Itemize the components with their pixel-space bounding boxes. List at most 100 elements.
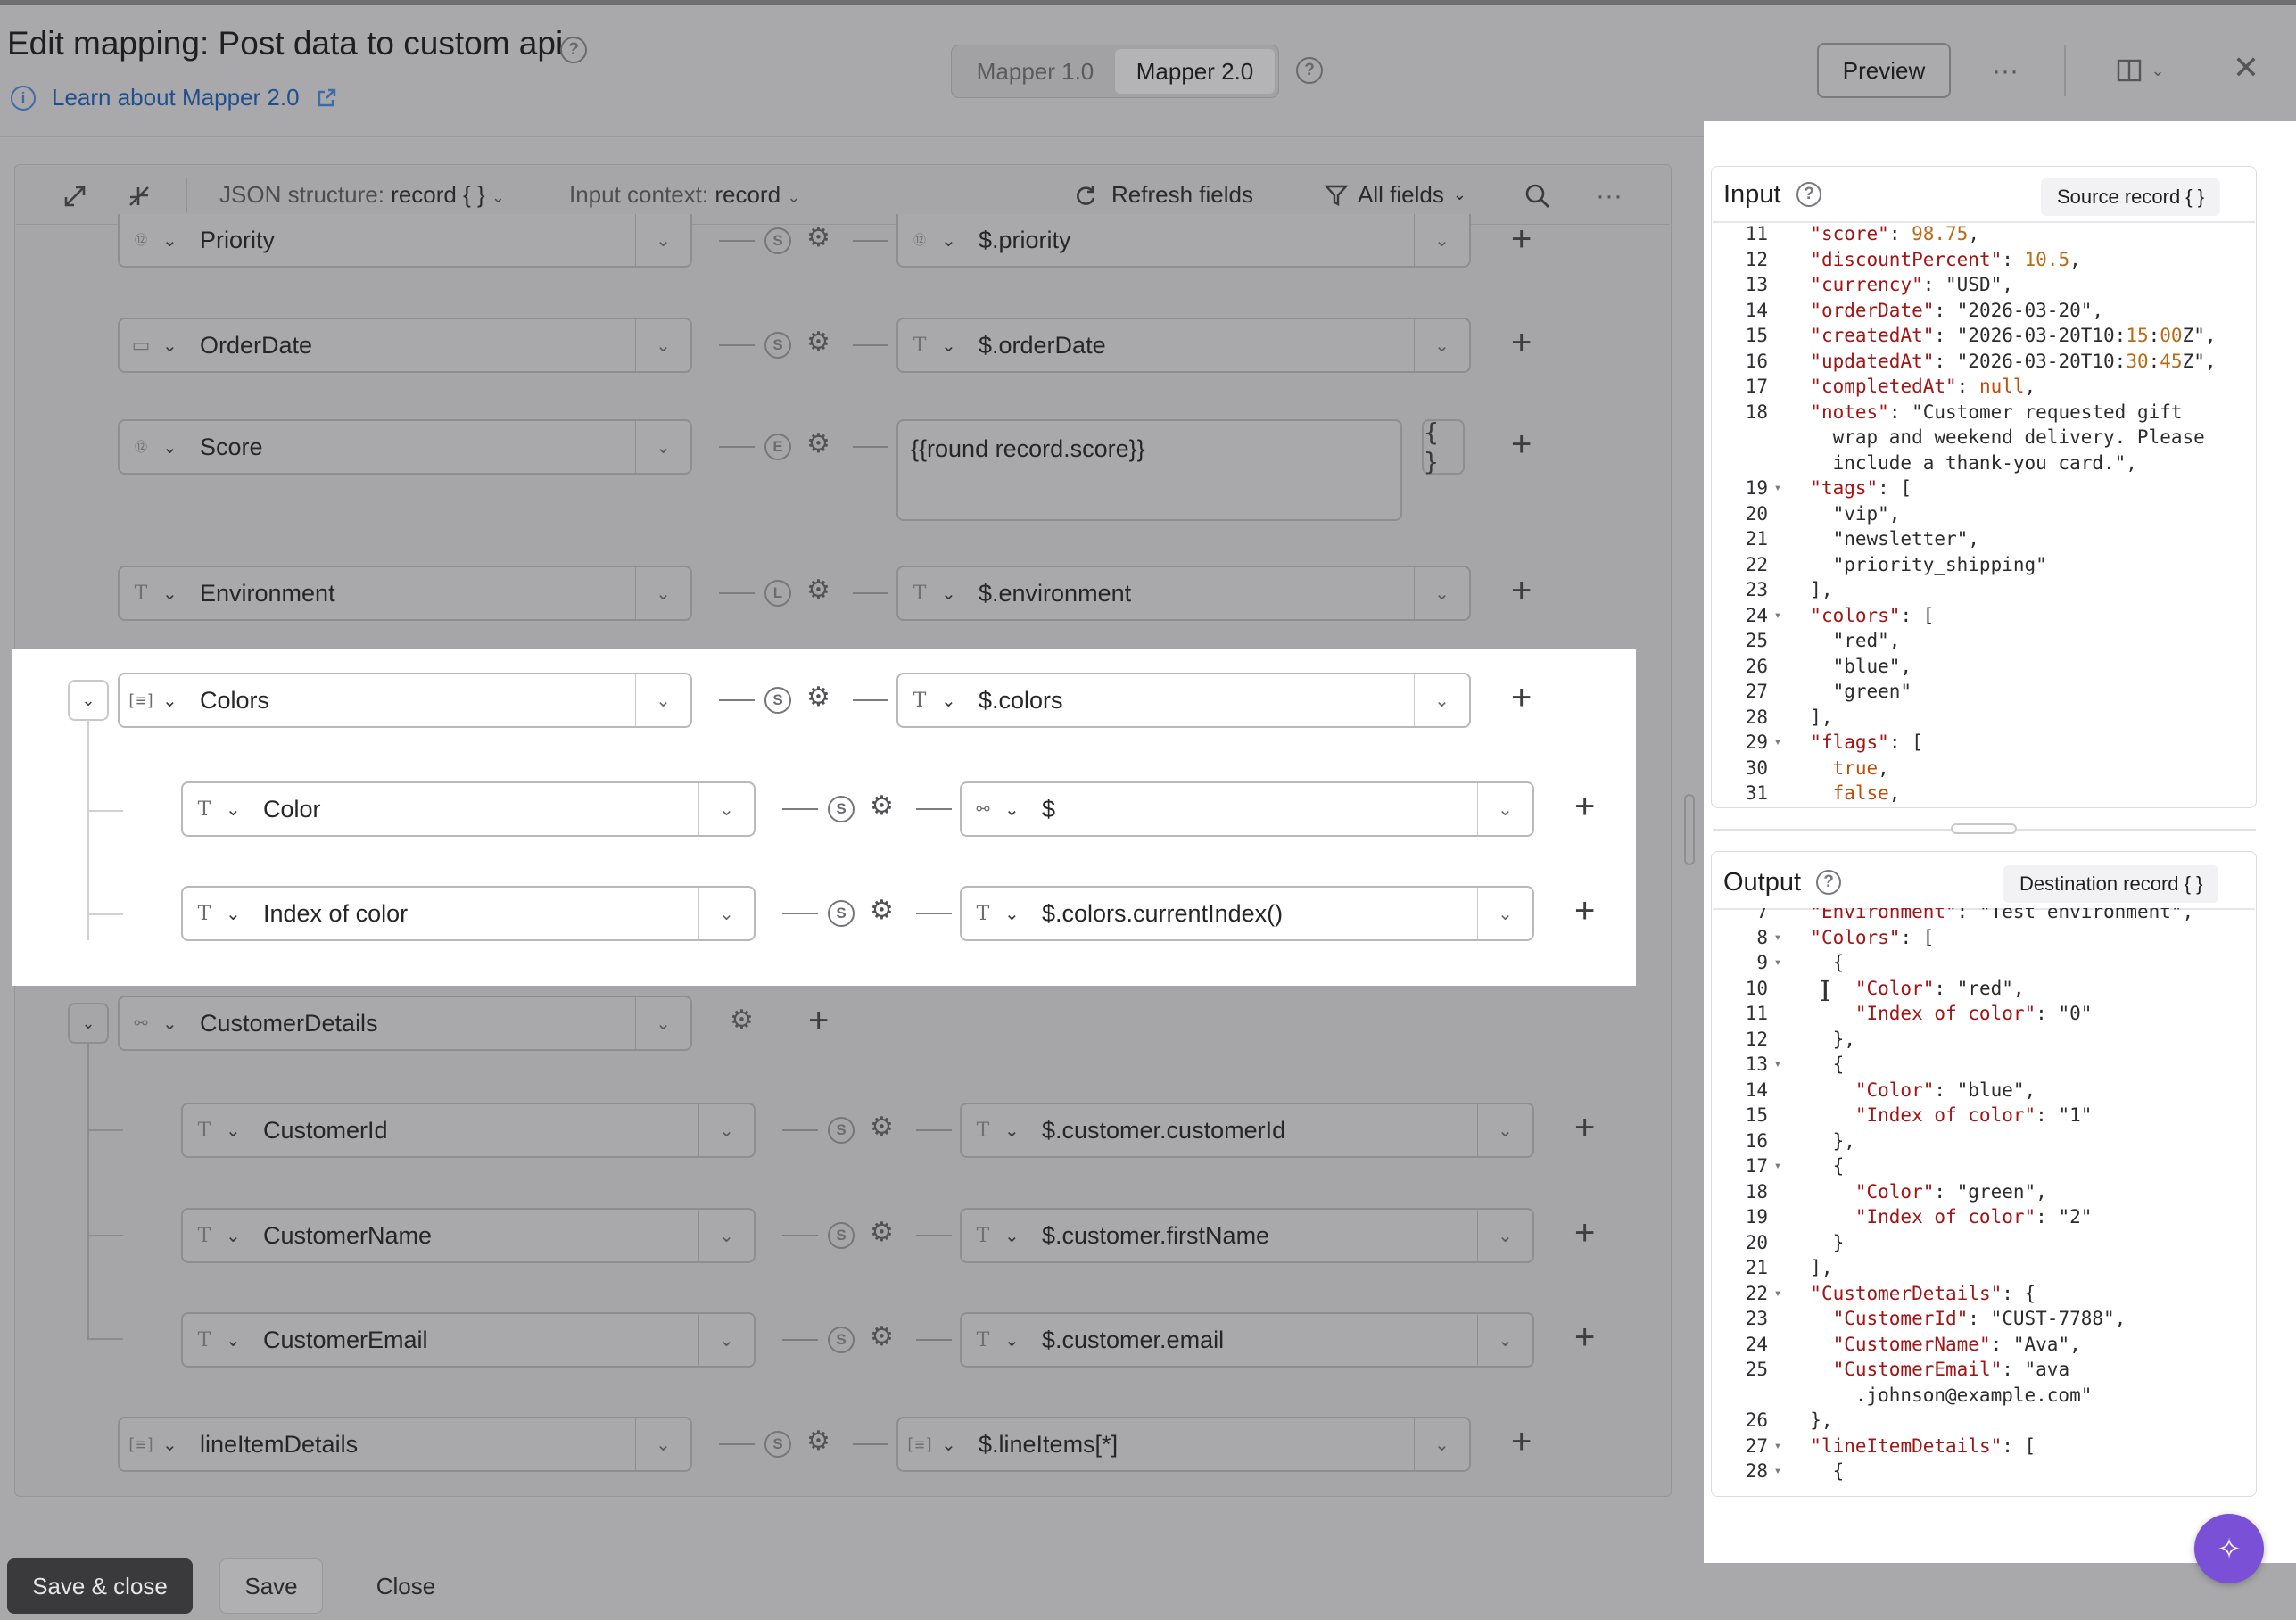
dropdown-chevron-icon[interactable]: ⌄ [1477, 888, 1532, 939]
chevron-down-icon[interactable]: ⌄ [162, 436, 189, 459]
add-field-icon[interactable]: + [1511, 426, 1532, 462]
search-icon[interactable] [1522, 180, 1554, 212]
dropdown-chevron-icon[interactable]: ⌄ [635, 567, 690, 619]
add-field-icon[interactable]: + [1574, 1110, 1595, 1145]
chevron-down-icon[interactable]: ⌄ [941, 1434, 968, 1456]
dropdown-chevron-icon[interactable]: ⌄ [1477, 1104, 1532, 1156]
mapper-help-icon[interactable]: ? [1296, 57, 1323, 84]
refresh-fields-button[interactable]: Refresh fields [1074, 181, 1253, 209]
fold-caret-icon[interactable]: ▾ [1768, 930, 1788, 945]
collapse-row-icon[interactable]: ⌄ [68, 680, 109, 721]
expand-all-icon[interactable] [59, 180, 91, 212]
settings-gear-icon[interactable]: ⚙ [806, 1428, 830, 1455]
dest-field-colors[interactable]: [≡] ⌄ Colors ⌄ [118, 673, 692, 728]
dropdown-chevron-icon[interactable]: ⌄ [1414, 319, 1469, 371]
collapse-row-icon[interactable]: ⌄ [68, 1003, 109, 1044]
source-field-lineitemdetails[interactable]: [≡] ⌄ $.lineItems[*] ⌄ [896, 1417, 1471, 1472]
close-icon[interactable]: ✕ [2230, 49, 2262, 86]
dest-field-color[interactable]: T ⌄ Color ⌄ [181, 781, 756, 837]
fold-caret-icon[interactable]: ▾ [1768, 955, 1788, 970]
input-help-icon[interactable]: ? [1796, 182, 1821, 207]
settings-gear-icon[interactable]: ⚙ [806, 684, 830, 711]
chevron-down-icon[interactable]: ⌄ [162, 335, 189, 357]
chevron-down-icon[interactable]: ⌄ [1004, 1120, 1031, 1142]
standard-mapping-icon[interactable]: S [828, 796, 855, 822]
dest-field-customerid[interactable]: T ⌄ CustomerId ⌄ [181, 1103, 756, 1158]
chevron-down-icon[interactable]: ⌄ [1004, 903, 1031, 925]
chevron-down-icon[interactable]: ⌄ [226, 798, 252, 821]
chevron-down-icon[interactable]: ⌄ [226, 1225, 252, 1247]
dest-field-customername[interactable]: T ⌄ CustomerName ⌄ [181, 1208, 756, 1263]
settings-gear-icon[interactable]: ⚙ [870, 897, 894, 924]
settings-gear-icon[interactable]: ⚙ [870, 793, 894, 820]
settings-gear-icon[interactable]: ⚙ [806, 431, 830, 458]
chevron-down-icon[interactable]: ⌄ [226, 1120, 252, 1142]
ai-assistant-button[interactable]: ✧ [2194, 1514, 2264, 1583]
standard-mapping-icon[interactable]: S [828, 1222, 855, 1249]
chevron-down-icon[interactable]: ⌄ [941, 583, 968, 605]
close-button[interactable]: Close [350, 1558, 462, 1614]
standard-mapping-icon[interactable]: S [764, 332, 791, 359]
settings-gear-icon[interactable]: ⚙ [806, 225, 830, 252]
settings-gear-icon[interactable]: ⚙ [870, 1114, 894, 1141]
settings-gear-icon[interactable]: ⚙ [806, 577, 830, 604]
source-field-color[interactable]: ⚯ ⌄ $ ⌄ [960, 781, 1534, 837]
save-button[interactable]: Save [219, 1558, 323, 1614]
standard-mapping-icon[interactable]: S [764, 227, 791, 254]
mapper-1-tab[interactable]: Mapper 1.0 [955, 49, 1115, 94]
standard-mapping-icon[interactable]: S [828, 1117, 855, 1144]
layout-toggle-icon[interactable]: ⌄ [2112, 55, 2169, 86]
chevron-down-icon[interactable]: ⌄ [162, 583, 189, 605]
source-record-badge[interactable]: Source record { } [2041, 178, 2221, 216]
dest-field-customeremail[interactable]: T ⌄ CustomerEmail ⌄ [181, 1312, 756, 1368]
input-json-viewer[interactable]: 11 "score": 98.75, 12 "discountPercent": … [1714, 221, 2250, 803]
chevron-down-icon[interactable]: ⌄ [162, 690, 189, 712]
fold-caret-icon[interactable]: ▾ [1768, 608, 1788, 623]
settings-gear-icon[interactable]: ⚙ [730, 1007, 754, 1034]
output-help-icon[interactable]: ? [1816, 870, 1841, 895]
settings-gear-icon[interactable]: ⚙ [870, 1219, 894, 1246]
dropdown-chevron-icon[interactable]: ⌄ [635, 997, 690, 1049]
help-icon[interactable]: ? [560, 37, 587, 63]
output-json-viewer[interactable]: 7 "Environment": "Test environment", 8 ▾ "… [1714, 908, 2250, 1492]
dest-field-orderdate[interactable]: ▭ ⌄ OrderDate ⌄ [118, 318, 692, 373]
add-field-icon[interactable]: + [1574, 1215, 1595, 1251]
mapper-2-tab[interactable]: Mapper 2.0 [1115, 49, 1275, 94]
source-field-colors[interactable]: T ⌄ $.colors ⌄ [896, 673, 1471, 728]
chevron-down-icon[interactable]: ⌄ [162, 1012, 189, 1035]
dropdown-chevron-icon[interactable]: ⌄ [1477, 1210, 1532, 1261]
add-field-icon[interactable]: + [1511, 221, 1532, 257]
dropdown-chevron-icon[interactable]: ⌄ [635, 1418, 690, 1470]
split-resize-handle[interactable] [1951, 823, 2017, 834]
toolbar-more-icon[interactable]: ··· [1593, 180, 1625, 212]
dropdown-chevron-icon[interactable]: ⌄ [1477, 1314, 1532, 1366]
panel-resize-handle[interactable] [1684, 794, 1695, 865]
destination-record-badge[interactable]: Destination record { } [2003, 865, 2219, 903]
expression-mapping-icon[interactable]: E [764, 434, 791, 460]
learn-link[interactable]: i Learn about Mapper 2.0 [11, 84, 337, 112]
json-structure-select[interactable]: JSON structure: record { } ⌄ [219, 181, 505, 209]
chevron-down-icon[interactable]: ⌄ [1004, 1225, 1031, 1247]
source-field-customerid[interactable]: T ⌄ $.customer.customerId ⌄ [960, 1103, 1534, 1158]
dest-field-customerdetails[interactable]: ⚯ ⌄ CustomerDetails ⌄ [118, 996, 692, 1051]
dropdown-chevron-icon[interactable]: ⌄ [1477, 783, 1532, 835]
dropdown-chevron-icon[interactable]: ⌄ [1414, 214, 1469, 266]
input-context-select[interactable]: Input context: record ⌄ [569, 181, 800, 209]
chevron-down-icon[interactable]: ⌄ [162, 229, 189, 252]
source-field-priority[interactable]: ⑫ ⌄ $.priority ⌄ [896, 214, 1471, 268]
source-field-environment[interactable]: T ⌄ $.environment ⌄ [896, 566, 1471, 621]
source-field-customeremail[interactable]: T ⌄ $.customer.email ⌄ [960, 1312, 1534, 1368]
dropdown-chevron-icon[interactable]: ⌄ [635, 421, 690, 473]
collapse-all-icon[interactable] [123, 180, 155, 212]
chevron-down-icon[interactable]: ⌄ [162, 1434, 189, 1456]
expression-editor-button[interactable]: { } [1422, 417, 1465, 476]
dest-field-index-of-color[interactable]: T ⌄ Index of color ⌄ [181, 886, 756, 941]
fold-caret-icon[interactable]: ▾ [1768, 1159, 1788, 1173]
field-filter-select[interactable]: All fields ⌄ [1324, 181, 1466, 209]
dropdown-chevron-icon[interactable]: ⌄ [698, 888, 754, 939]
add-field-icon[interactable]: + [1574, 893, 1595, 929]
dropdown-chevron-icon[interactable]: ⌄ [698, 1104, 754, 1156]
dropdown-chevron-icon[interactable]: ⌄ [635, 319, 690, 371]
dest-field-lineitemdetails[interactable]: [≡] ⌄ lineItemDetails ⌄ [118, 1417, 692, 1472]
chevron-down-icon[interactable]: ⌄ [941, 229, 968, 252]
